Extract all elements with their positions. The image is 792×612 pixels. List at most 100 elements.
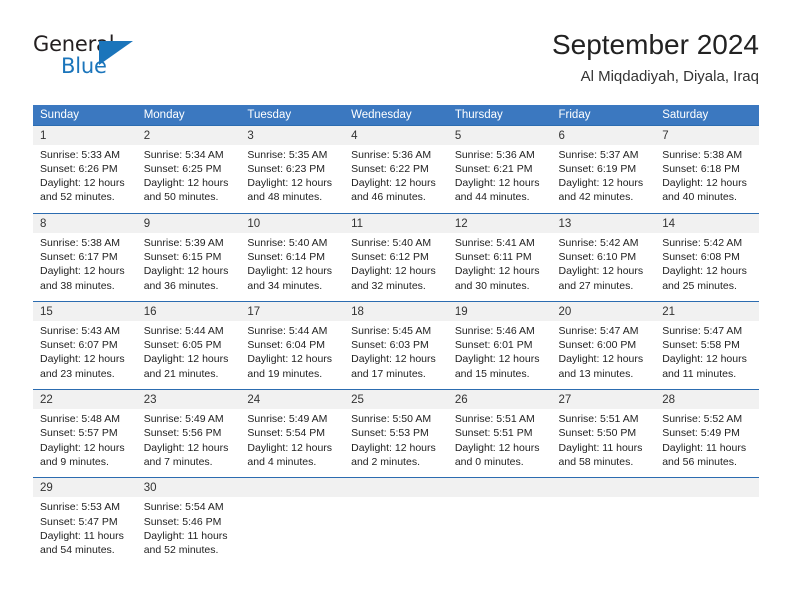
- sunrise-text: Sunrise: 5:47 AM: [662, 324, 743, 337]
- sunset-text: Sunset: 6:15 PM: [143, 250, 222, 263]
- day-number[interactable]: 1: [33, 124, 137, 145]
- day-cell[interactable]: Sunrise: 5:34 AM Sunset: 6:25 PM Dayligh…: [136, 144, 241, 214]
- day-number[interactable]: 25: [344, 389, 448, 410]
- sunset-text: Sunset: 5:54 PM: [247, 427, 326, 440]
- week-info-row: Sunrise: 5:38 AM Sunset: 6:17 PM Dayligh…: [33, 232, 759, 302]
- daylight-text-line2: and 52 minutes.: [143, 544, 219, 557]
- day-number[interactable]: 9: [136, 212, 241, 233]
- day-number[interactable]: 10: [240, 212, 345, 233]
- day-number[interactable]: 16: [136, 300, 241, 321]
- sunset-text: Sunset: 6:04 PM: [247, 339, 326, 352]
- daylight-text-line2: and 27 minutes.: [558, 279, 634, 292]
- daylight-text-line2: and 17 minutes.: [351, 367, 426, 380]
- sunrise-text: Sunrise: 5:44 AM: [247, 324, 328, 337]
- day-number[interactable]: 24: [240, 389, 345, 410]
- day-cell[interactable]: Sunrise: 5:36 AM Sunset: 6:21 PM Dayligh…: [447, 144, 552, 214]
- day-cell[interactable]: Sunrise: 5:40 AM Sunset: 6:14 PM Dayligh…: [240, 232, 345, 302]
- daylight-text-line1: Daylight: 12 hours: [558, 177, 644, 190]
- daylight-text-line1: Daylight: 11 hours: [558, 441, 643, 454]
- day-cell[interactable]: Sunrise: 5:42 AM Sunset: 6:08 PM Dayligh…: [655, 232, 759, 302]
- day-cell[interactable]: Sunrise: 5:50 AM Sunset: 5:53 PM Dayligh…: [344, 409, 448, 478]
- daylight-text-line2: and 0 minutes.: [454, 455, 524, 468]
- daylight-text-line2: and 36 minutes.: [143, 279, 219, 292]
- day-cell[interactable]: Sunrise: 5:51 AM Sunset: 5:50 PM Dayligh…: [551, 409, 656, 478]
- day-cell[interactable]: Sunrise: 5:52 AM Sunset: 5:49 PM Dayligh…: [655, 409, 759, 478]
- day-number[interactable]: 14: [655, 212, 759, 233]
- day-number-empty: [551, 477, 656, 498]
- sunrise-text: Sunrise: 5:49 AM: [143, 413, 224, 426]
- sunrise-text: Sunrise: 5:51 AM: [454, 413, 535, 426]
- sunset-text: Sunset: 5:51 PM: [454, 427, 533, 440]
- day-cell-empty: [240, 497, 345, 566]
- day-cell[interactable]: Sunrise: 5:35 AM Sunset: 6:23 PM Dayligh…: [240, 144, 345, 214]
- day-number[interactable]: 7: [655, 124, 759, 145]
- weekday-header-thursday: Thursday: [447, 105, 552, 125]
- day-number[interactable]: 19: [447, 300, 552, 321]
- day-cell[interactable]: Sunrise: 5:41 AM Sunset: 6:11 PM Dayligh…: [447, 232, 552, 302]
- day-number[interactable]: 21: [655, 300, 759, 321]
- day-cell[interactable]: Sunrise: 5:42 AM Sunset: 6:10 PM Dayligh…: [551, 232, 656, 302]
- day-number[interactable]: 8: [33, 212, 137, 233]
- day-number[interactable]: 12: [447, 212, 552, 233]
- sunrise-text: Sunrise: 5:42 AM: [558, 236, 639, 249]
- day-number[interactable]: 27: [551, 389, 656, 410]
- week-daynum-row: 8 9 10 11 12 13 14: [33, 212, 759, 233]
- day-number[interactable]: 26: [447, 389, 552, 410]
- daylight-text-line1: Daylight: 12 hours: [143, 265, 229, 278]
- day-cell[interactable]: Sunrise: 5:49 AM Sunset: 5:54 PM Dayligh…: [240, 409, 345, 478]
- day-number[interactable]: 15: [33, 300, 137, 321]
- day-number[interactable]: 5: [447, 124, 552, 145]
- sunset-text: Sunset: 6:12 PM: [351, 250, 429, 263]
- day-cell[interactable]: Sunrise: 5:38 AM Sunset: 6:17 PM Dayligh…: [33, 232, 137, 302]
- sunrise-text: Sunrise: 5:40 AM: [247, 236, 328, 249]
- daylight-text-line1: Daylight: 12 hours: [143, 353, 229, 366]
- day-number[interactable]: 18: [344, 300, 448, 321]
- day-number[interactable]: 30: [136, 477, 241, 498]
- daylight-text-line1: Daylight: 12 hours: [247, 177, 333, 190]
- day-number[interactable]: 29: [33, 477, 137, 498]
- daylight-text-line1: Daylight: 11 hours: [143, 529, 228, 542]
- week-daynum-row: 29 30: [33, 477, 759, 498]
- day-cell[interactable]: Sunrise: 5:51 AM Sunset: 5:51 PM Dayligh…: [447, 409, 552, 478]
- day-number[interactable]: 2: [136, 124, 241, 145]
- day-cell[interactable]: Sunrise: 5:47 AM Sunset: 5:58 PM Dayligh…: [655, 320, 759, 390]
- day-cell[interactable]: Sunrise: 5:43 AM Sunset: 6:07 PM Dayligh…: [33, 320, 137, 390]
- day-cell[interactable]: Sunrise: 5:48 AM Sunset: 5:57 PM Dayligh…: [33, 409, 137, 478]
- daylight-text-line2: and 52 minutes.: [40, 191, 115, 204]
- sunrise-text: Sunrise: 5:47 AM: [558, 324, 639, 337]
- day-cell[interactable]: Sunrise: 5:38 AM Sunset: 6:18 PM Dayligh…: [655, 144, 759, 214]
- brand-logo[interactable]: General Blue: [33, 32, 173, 88]
- day-cell[interactable]: Sunrise: 5:39 AM Sunset: 6:15 PM Dayligh…: [136, 232, 241, 302]
- day-number[interactable]: 17: [240, 300, 345, 321]
- day-cell[interactable]: Sunrise: 5:47 AM Sunset: 6:00 PM Dayligh…: [551, 320, 656, 390]
- day-cell[interactable]: Sunrise: 5:37 AM Sunset: 6:19 PM Dayligh…: [551, 144, 656, 214]
- day-number[interactable]: 3: [240, 124, 345, 145]
- day-cell[interactable]: Sunrise: 5:49 AM Sunset: 5:56 PM Dayligh…: [136, 409, 241, 478]
- day-cell[interactable]: Sunrise: 5:44 AM Sunset: 6:05 PM Dayligh…: [136, 320, 241, 390]
- sunrise-text: Sunrise: 5:53 AM: [40, 501, 120, 514]
- day-number[interactable]: 20: [551, 300, 656, 321]
- daylight-text-line1: Daylight: 12 hours: [351, 441, 436, 454]
- day-number[interactable]: 6: [551, 124, 656, 145]
- calendar-page: General Blue September 2024 Al Miqdadiya…: [0, 0, 792, 612]
- day-cell[interactable]: Sunrise: 5:45 AM Sunset: 6:03 PM Dayligh…: [344, 320, 448, 390]
- day-number-empty: [240, 477, 345, 498]
- sunrise-text: Sunrise: 5:52 AM: [662, 413, 743, 426]
- day-cell[interactable]: Sunrise: 5:33 AM Sunset: 6:26 PM Dayligh…: [33, 144, 137, 214]
- day-cell[interactable]: Sunrise: 5:44 AM Sunset: 6:04 PM Dayligh…: [240, 320, 345, 390]
- day-cell[interactable]: Sunrise: 5:40 AM Sunset: 6:12 PM Dayligh…: [344, 232, 448, 302]
- daylight-text-line2: and 30 minutes.: [454, 279, 530, 292]
- title-block: September 2024 Al Miqdadiyah, Diyala, Ir…: [552, 28, 759, 88]
- day-cell[interactable]: Sunrise: 5:46 AM Sunset: 6:01 PM Dayligh…: [447, 320, 552, 390]
- day-cell[interactable]: Sunrise: 5:54 AM Sunset: 5:46 PM Dayligh…: [136, 497, 241, 566]
- day-number-empty: [655, 477, 759, 498]
- day-number[interactable]: 11: [344, 212, 448, 233]
- day-number[interactable]: 4: [344, 124, 448, 145]
- sunset-text: Sunset: 6:14 PM: [247, 250, 326, 263]
- day-number[interactable]: 13: [551, 212, 656, 233]
- day-number[interactable]: 23: [136, 389, 241, 410]
- day-number[interactable]: 22: [33, 389, 137, 410]
- day-cell[interactable]: Sunrise: 5:53 AM Sunset: 5:47 PM Dayligh…: [33, 497, 137, 566]
- day-cell[interactable]: Sunrise: 5:36 AM Sunset: 6:22 PM Dayligh…: [344, 144, 448, 214]
- day-number[interactable]: 28: [655, 389, 759, 410]
